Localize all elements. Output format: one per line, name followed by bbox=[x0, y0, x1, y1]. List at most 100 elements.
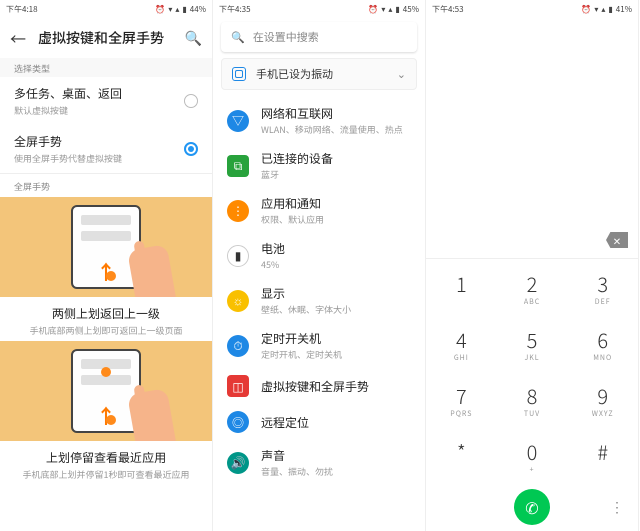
battery-text: 41% bbox=[616, 4, 632, 15]
settings-row[interactable]: ☼显示壁纸、休眠、字体大小 bbox=[213, 278, 425, 323]
settings-row-title: 已连接的设备 bbox=[261, 150, 411, 167]
dialpad-key-2[interactable]: 2ABC bbox=[497, 259, 568, 315]
key-digit: 5 bbox=[527, 325, 538, 354]
settings-row-icon: ☼ bbox=[227, 290, 249, 312]
dialpad-key-#[interactable]: # bbox=[567, 427, 638, 483]
settings-row-title: 声音 bbox=[261, 447, 411, 464]
key-digit: 2 bbox=[527, 269, 538, 298]
battery-icon: ▮ bbox=[608, 4, 612, 15]
settings-row[interactable]: ⧉ 已连接的设备蓝牙 bbox=[213, 143, 425, 188]
key-digit: * bbox=[457, 437, 466, 466]
alarm-icon: ⏰ bbox=[155, 4, 165, 15]
dialpad-key-0[interactable]: 0+ bbox=[497, 427, 568, 483]
status-time: 下午4:35 bbox=[219, 4, 251, 15]
settings-row-title: 网络和互联网 bbox=[261, 105, 411, 122]
settings-row-title: 定时开关机 bbox=[261, 330, 411, 347]
key-digit: 8 bbox=[527, 381, 538, 410]
gesture-tutorial-1: ↑ 两侧上划返回上一级 手机底部两侧上划即可返回上一级页面 bbox=[0, 197, 212, 341]
status-bar: 下午4:35 ⏰ ▾ ▴ ▮ 45% bbox=[213, 0, 425, 18]
signal-icon: ▴ bbox=[601, 4, 605, 15]
key-letters: TUV bbox=[524, 409, 540, 417]
settings-row-title: 虚拟按键和全屏手势 bbox=[261, 378, 411, 395]
settings-row-icon: ◫ bbox=[227, 375, 249, 397]
option-sub: 使用全屏手势代替虚拟按键 bbox=[14, 152, 184, 165]
search-input[interactable]: 🔍 在设置中搜索 bbox=[221, 22, 417, 52]
dialpad-key-4[interactable]: 4GHI bbox=[426, 315, 497, 371]
option-fullscreen-gesture[interactable]: 全屏手势 使用全屏手势代替虚拟按键 bbox=[0, 125, 212, 173]
status-bar: 下午4:53 ⏰ ▾ ▴ ▮ 41% bbox=[426, 0, 638, 18]
settings-row-title: 远程定位 bbox=[261, 414, 411, 431]
battery-text: 44% bbox=[190, 4, 206, 15]
key-letters: PQRS bbox=[450, 409, 472, 417]
backspace-button[interactable]: ✕ bbox=[606, 232, 628, 248]
dialpad-key-5[interactable]: 5JKL bbox=[497, 315, 568, 371]
option-navkeys[interactable]: 多任务、桌面、返回 默认虚拟按键 bbox=[0, 77, 212, 125]
alarm-icon: ⏰ bbox=[581, 4, 591, 15]
option-title: 全屏手势 bbox=[14, 133, 184, 150]
back-icon[interactable]: ← bbox=[10, 26, 26, 50]
panel-dialer: 下午4:53 ⏰ ▾ ▴ ▮ 41% ✕ 12ABC3DEF4GHI5JKL6M… bbox=[426, 0, 639, 531]
status-time: 下午4:53 bbox=[432, 4, 464, 15]
vibrate-icon bbox=[232, 67, 246, 81]
dialpad-key-*[interactable]: * bbox=[426, 427, 497, 483]
settings-row-title: 电池 bbox=[261, 240, 411, 257]
wifi-icon: ▾ bbox=[381, 4, 385, 15]
option-title: 多任务、桌面、返回 bbox=[14, 85, 184, 102]
radio-off-icon[interactable] bbox=[184, 94, 198, 108]
dial-bar: ✆ ⋮ bbox=[426, 483, 638, 531]
settings-row[interactable]: ▽网络和互联网WLAN、移动网络、流量使用、热点 bbox=[213, 98, 425, 143]
dialer-display: ✕ bbox=[426, 18, 638, 258]
key-letters: WXYZ bbox=[592, 409, 614, 417]
settings-list: ▽网络和互联网WLAN、移动网络、流量使用、热点 ⧉ 已连接的设备蓝牙 ⋮⋮⋮应用和通… bbox=[213, 98, 425, 531]
key-digit: 6 bbox=[597, 325, 608, 354]
wifi-icon: ▾ bbox=[594, 4, 598, 15]
settings-row-icon: 🔊 bbox=[227, 452, 249, 474]
key-digit: 3 bbox=[597, 269, 608, 298]
vibrate-banner[interactable]: 手机已设为振动 ⌄ bbox=[221, 58, 417, 90]
settings-row[interactable]: ▮电池45% bbox=[213, 233, 425, 278]
tutorial-title: 上划停留查看最近应用 bbox=[23, 449, 190, 466]
settings-row[interactable]: ⏱定时开关机定时开机、定时关机 bbox=[213, 323, 425, 368]
dialpad-key-3[interactable]: 3DEF bbox=[567, 259, 638, 315]
search-icon: 🔍 bbox=[231, 29, 245, 45]
settings-row[interactable]: ◎ 远程定位 bbox=[213, 404, 425, 440]
key-digit: 0 bbox=[527, 437, 538, 466]
radio-on-icon[interactable] bbox=[184, 142, 198, 156]
page-header: ← 虚拟按键和全屏手势 🔍 bbox=[0, 18, 212, 58]
more-icon[interactable]: ⋮ bbox=[610, 497, 624, 517]
settings-row-icon: ⏱ bbox=[227, 335, 249, 357]
tutorial-sub: 手机底部上划并停留1秒即可查看最近应用 bbox=[23, 468, 190, 481]
dialpad-key-6[interactable]: 6MNO bbox=[567, 315, 638, 371]
dialpad-key-8[interactable]: 8TUV bbox=[497, 371, 568, 427]
settings-row[interactable]: ◫ 虚拟按键和全屏手势 bbox=[213, 368, 425, 404]
call-button[interactable]: ✆ bbox=[514, 489, 550, 525]
dialpad-key-1[interactable]: 1 bbox=[426, 259, 497, 315]
search-icon[interactable]: 🔍 bbox=[185, 28, 202, 48]
settings-row-sub: 壁纸、休眠、字体大小 bbox=[261, 303, 411, 316]
status-bar: 下午4:18 ⏰ ▾ ▴ ▮ 44% bbox=[0, 0, 212, 18]
battery-icon: ▮ bbox=[395, 4, 399, 15]
settings-row-sub: 权限、默认应用 bbox=[261, 213, 411, 226]
key-letters: DEF bbox=[595, 297, 611, 305]
dialpad-key-7[interactable]: 7PQRS bbox=[426, 371, 497, 427]
settings-row-icon: ⧉ bbox=[227, 155, 249, 177]
gesture-illustration: ↑ bbox=[0, 197, 212, 297]
settings-row-sub: 蓝牙 bbox=[261, 168, 411, 181]
banner-text: 手机已设为振动 bbox=[256, 66, 387, 82]
search-placeholder: 在设置中搜索 bbox=[253, 29, 319, 45]
settings-row-sub: WLAN、移动网络、流量使用、热点 bbox=[261, 123, 411, 136]
panel-gesture-settings: 下午4:18 ⏰ ▾ ▴ ▮ 44% ← 虚拟按键和全屏手势 🔍 选择类型 多任… bbox=[0, 0, 213, 531]
status-time: 下午4:18 bbox=[6, 4, 38, 15]
wifi-icon: ▾ bbox=[168, 4, 172, 15]
key-digit: 7 bbox=[456, 381, 467, 410]
battery-icon: ▮ bbox=[182, 4, 186, 15]
settings-row-icon: ◎ bbox=[227, 411, 249, 433]
dialpad-key-9[interactable]: 9WXYZ bbox=[567, 371, 638, 427]
panel-settings-list: 下午4:35 ⏰ ▾ ▴ ▮ 45% 🔍 在设置中搜索 手机已设为振动 ⌄ ▽网… bbox=[213, 0, 426, 531]
settings-row-sub: 45% bbox=[261, 258, 411, 271]
settings-row[interactable]: 🔊声音音量、振动、勿扰 bbox=[213, 440, 425, 485]
section-label-type: 选择类型 bbox=[0, 58, 212, 77]
key-digit: 4 bbox=[456, 325, 467, 354]
settings-row[interactable]: ⋮⋮⋮应用和通知权限、默认应用 bbox=[213, 188, 425, 233]
chevron-down-icon: ⌄ bbox=[397, 66, 406, 82]
